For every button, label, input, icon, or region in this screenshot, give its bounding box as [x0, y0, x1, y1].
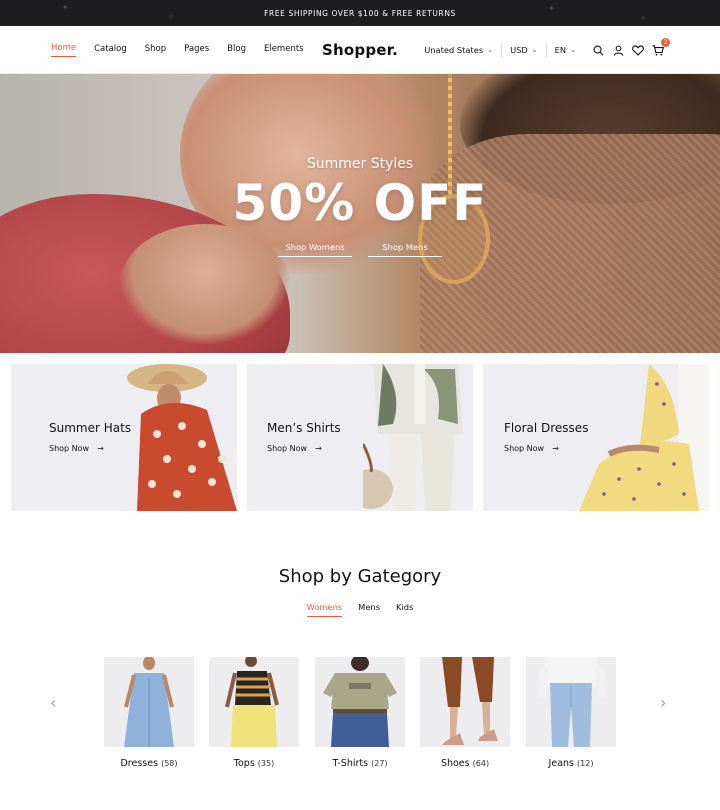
tab-womens[interactable]: Womens [306, 602, 343, 617]
currency-dropdown[interactable]: USD ⌄ [502, 45, 546, 55]
sparkle-decoration: ✦ [548, 4, 556, 13]
hero-banner: Summer Styles 50% OFF Shop Womens Shop M… [0, 74, 720, 353]
nav-home[interactable]: Home [51, 43, 77, 57]
language-dropdown[interactable]: EN ⌄ [547, 45, 584, 55]
language-label: EN [554, 45, 567, 55]
category-name: T-Shirts [332, 758, 369, 769]
floral-dresses-image [579, 364, 709, 511]
nav-blog[interactable]: Blog [227, 44, 246, 57]
hero-content: Summer Styles 50% OFF Shop Womens Shop M… [0, 74, 720, 353]
category-label: T-Shirts (27) [315, 758, 405, 769]
category-image [526, 657, 616, 747]
promo-card-mens-shirts[interactable]: Men’s Shirts Shop Now → [247, 364, 473, 511]
category-count: (12) [577, 759, 594, 768]
shop-now-label: Shop Now [49, 444, 90, 453]
category-name: Shoes [440, 758, 470, 769]
sparkle-decoration: ✧ [168, 12, 176, 21]
header-utilities: Unated States ⌄ USD ⌄ EN ⌄ 2 [416, 26, 670, 74]
mens-shirts-image [363, 364, 463, 511]
arrow-right-icon: → [97, 444, 104, 453]
shop-now-label: Shop Now [267, 444, 308, 453]
category-item-tops[interactable]: Tops (35) [209, 657, 299, 769]
promo-card-floral-dresses[interactable]: Floral Dresses Shop Now → [483, 364, 709, 511]
sparkle-decoration: ✦ [62, 3, 70, 12]
arrow-right-icon: → [315, 444, 322, 453]
user-icon[interactable] [612, 44, 624, 56]
shop-now-link[interactable]: Shop Now → [267, 444, 322, 453]
nav-shop[interactable]: Shop [145, 44, 166, 57]
shop-now-link[interactable]: Shop Now → [49, 444, 104, 453]
category-name: Tops [233, 758, 255, 769]
nav-pages[interactable]: Pages [184, 44, 209, 57]
cart-icon[interactable]: 2 [652, 38, 670, 56]
promo-card-title: Summer Hats [49, 421, 132, 435]
sparkle-decoration: ✧ [640, 14, 648, 23]
summer-hats-image [127, 364, 237, 511]
hero-links: Shop Womens Shop Mens [278, 242, 442, 257]
site-logo[interactable]: Shopper. [322, 41, 398, 59]
announcement-bar: ✦ ✧ ✦ ✧ FREE SHIPPING OVER $100 & FREE R… [0, 0, 720, 26]
header-icons: 2 [592, 38, 670, 56]
promo-card-summer-hats[interactable]: Summer Hats Shop Now → [11, 364, 237, 511]
category-image [315, 657, 405, 747]
category-count: (58) [161, 759, 178, 768]
currency-label: USD [510, 45, 528, 55]
category-tabs: Womens Mens Kids [0, 602, 720, 617]
chevron-left-icon[interactable]: ‹ [50, 693, 56, 712]
main-nav: Home Catalog Shop Pages Blog Elements [51, 26, 304, 74]
category-count: (35) [257, 759, 275, 768]
chevron-down-icon: ⌄ [487, 46, 494, 54]
shop-now-link[interactable]: Shop Now → [504, 444, 559, 453]
category-label: Jeans (12) [526, 758, 616, 769]
country-dropdown[interactable]: Unated States ⌄ [416, 45, 501, 55]
nav-catalog[interactable]: Catalog [94, 44, 127, 57]
cart-count-badge: 2 [661, 38, 670, 47]
shop-now-label: Shop Now [504, 444, 545, 453]
category-name: Dresses [120, 758, 159, 769]
category-label: Tops (35) [209, 758, 299, 769]
announcement-text: FREE SHIPPING OVER $100 & FREE RETURNS [264, 8, 456, 18]
category-label: Shoes (64) [420, 758, 510, 769]
shop-mens-link[interactable]: Shop Mens [368, 242, 442, 257]
heart-icon[interactable] [632, 44, 644, 56]
category-item-tshirts[interactable]: T-Shirts (27) [315, 657, 405, 769]
category-count: (27) [371, 759, 388, 768]
category-label: Dresses (58) [104, 758, 194, 769]
country-label: Unated States [424, 45, 484, 55]
promo-card-title: Men’s Shirts [267, 421, 341, 435]
category-count: (64) [472, 759, 490, 768]
category-image [420, 657, 510, 747]
category-item-dresses[interactable]: Dresses (58) [104, 657, 194, 769]
search-icon[interactable] [592, 44, 604, 56]
hero-title: 50% OFF [232, 174, 488, 232]
shop-womens-link[interactable]: Shop Womens [278, 242, 352, 257]
chevron-down-icon: ⌄ [531, 46, 538, 54]
tab-mens[interactable]: Mens [358, 602, 380, 617]
site-header: Home Catalog Shop Pages Blog Elements Sh… [0, 26, 720, 74]
arrow-right-icon: → [552, 444, 559, 453]
chevron-right-icon[interactable]: › [660, 693, 666, 712]
category-name: Jeans [548, 758, 574, 769]
tab-kids[interactable]: Kids [396, 602, 413, 617]
promo-card-title: Floral Dresses [504, 421, 589, 435]
nav-elements[interactable]: Elements [264, 44, 304, 57]
category-item-shoes[interactable]: Shoes (64) [420, 657, 510, 769]
chevron-down-icon: ⌄ [570, 46, 576, 54]
category-image [209, 657, 299, 747]
category-item-jeans[interactable]: Jeans (12) [526, 657, 616, 769]
section-title: Shop by Gategory [278, 566, 442, 587]
category-image [104, 657, 194, 747]
hero-subtitle: Summer Styles [306, 156, 414, 172]
